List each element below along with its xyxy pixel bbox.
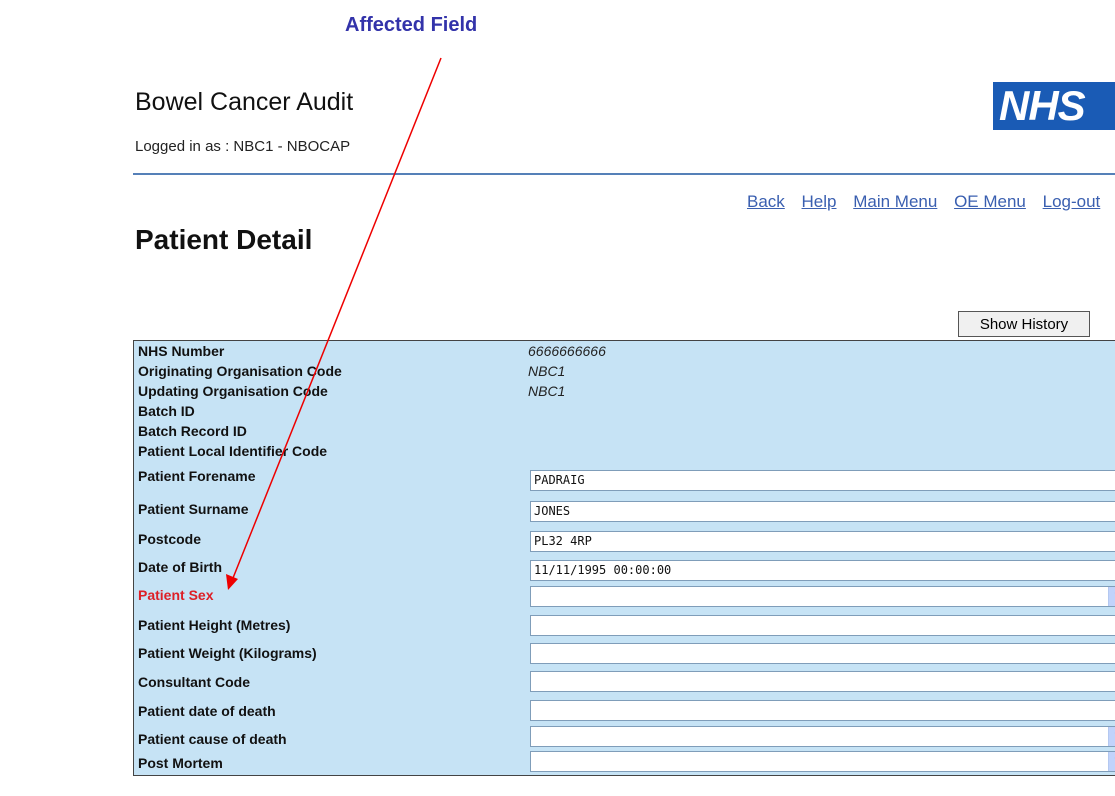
login-status: Logged in as : NBC1 - NBOCAP — [135, 138, 351, 155]
nav-link-back[interactable]: Back — [747, 192, 785, 211]
patient-cause-of-death-select[interactable]: ▼ — [530, 726, 1115, 747]
label-post-mortem: Post Mortem — [138, 755, 223, 771]
patient-weight-input[interactable] — [530, 643, 1115, 664]
chevron-down-icon[interactable]: ▼ — [1108, 752, 1115, 771]
header-divider — [133, 173, 1115, 175]
patient-date-of-death-input[interactable] — [530, 700, 1115, 721]
date-of-birth-input[interactable]: 11/11/1995 00:00:00 — [530, 560, 1115, 581]
postcode-input[interactable]: PL32 4RP — [530, 531, 1115, 552]
label-postcode: Postcode — [138, 531, 202, 547]
patient-detail-panel: NHS Number 6666666666 Originating Organi… — [133, 340, 1115, 776]
label-patient-local-id: Patient Local Identifier Code — [138, 443, 328, 459]
label-patient-forename: Patient Forename — [138, 468, 256, 484]
label-updating-org-code: Updating Organisation Code — [138, 383, 328, 399]
nhs-logo: NHS — [993, 82, 1115, 130]
nav-link-oe-menu[interactable]: OE Menu — [954, 192, 1026, 211]
value-originating-org-code: NBC1 — [528, 363, 566, 379]
label-patient-cause-of-death: Patient cause of death — [138, 731, 287, 747]
label-originating-org-code: Originating Organisation Code — [138, 363, 342, 379]
nav-link-help[interactable]: Help — [802, 192, 837, 211]
label-consultant-code: Consultant Code — [138, 674, 250, 690]
nav-link-main-menu[interactable]: Main Menu — [853, 192, 937, 211]
label-patient-sex: Patient Sex — [138, 587, 214, 603]
show-history-button[interactable]: Show History — [958, 311, 1090, 337]
app-title: Bowel Cancer Audit — [135, 88, 354, 116]
annotation-label: Affected Field — [345, 14, 478, 36]
page-title: Patient Detail — [135, 224, 313, 255]
label-batch-id: Batch ID — [138, 403, 195, 419]
patient-sex-select[interactable]: ▼ — [530, 586, 1115, 607]
patient-forename-input[interactable]: PADRAIG — [530, 470, 1115, 491]
chevron-down-icon[interactable]: ▼ — [1108, 727, 1115, 746]
label-date-of-birth: Date of Birth — [138, 559, 222, 575]
post-mortem-select[interactable]: ▼ — [530, 751, 1115, 772]
consultant-code-input[interactable] — [530, 671, 1115, 692]
patient-surname-input[interactable]: JONES — [530, 501, 1115, 522]
label-patient-height: Patient Height (Metres) — [138, 617, 291, 633]
label-patient-surname: Patient Surname — [138, 501, 249, 517]
nav-link-log-out[interactable]: Log-out — [1043, 192, 1101, 211]
label-nhs-number: NHS Number — [138, 343, 225, 359]
label-batch-record-id: Batch Record ID — [138, 423, 247, 439]
label-patient-weight: Patient Weight (Kilograms) — [138, 645, 317, 661]
patient-height-input[interactable] — [530, 615, 1115, 636]
chevron-down-icon[interactable]: ▼ — [1108, 587, 1115, 606]
label-patient-date-of-death: Patient date of death — [138, 703, 276, 719]
value-nhs-number: 6666666666 — [528, 343, 606, 359]
nav-links: Back Help Main Menu OE Menu Log-out — [747, 192, 1112, 212]
value-updating-org-code: NBC1 — [528, 383, 566, 399]
